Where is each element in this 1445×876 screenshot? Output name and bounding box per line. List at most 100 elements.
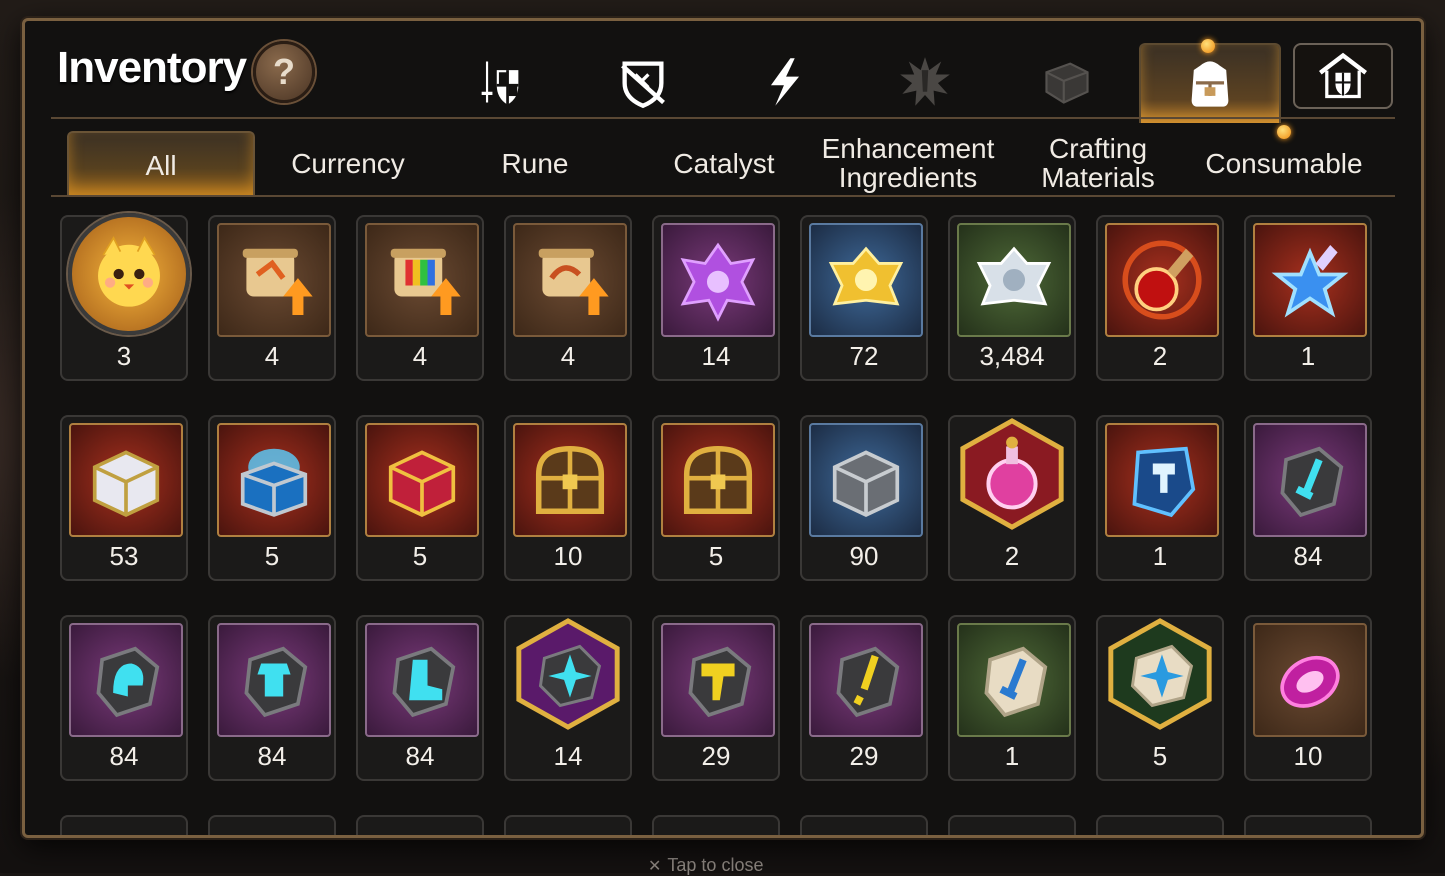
armor-stone-icon: [217, 623, 331, 737]
tab-consumable[interactable]: Consumable: [1195, 131, 1373, 195]
item-slot[interactable]: 1: [1096, 415, 1224, 581]
item-slot[interactable]: 2: [1096, 215, 1224, 381]
gold-chest-icon: [513, 423, 627, 537]
item-slot[interactable]: 29: [800, 615, 928, 781]
tab-equipment[interactable]: [450, 43, 550, 121]
item-quantity: 4: [412, 341, 428, 371]
notification-dot: [1201, 39, 1215, 53]
item-slot[interactable]: 1: [1244, 215, 1372, 381]
item-quantity: 5: [708, 541, 724, 571]
item-slot[interactable]: 1: [948, 615, 1076, 781]
item-slot[interactable]: 84: [1244, 415, 1372, 581]
splat-icon: [900, 57, 950, 106]
item-slot[interactable]: 3,484: [948, 215, 1076, 381]
item-slot[interactable]: 14: [504, 615, 632, 781]
close-x-icon: ✕: [648, 858, 662, 875]
item-slot[interactable]: [60, 815, 188, 835]
inventory-panel: Inventory ? All Currency Rune Catalyst E…: [22, 18, 1424, 838]
item-slot[interactable]: 72: [800, 215, 928, 381]
tab-broken-gear[interactable]: [593, 43, 693, 121]
item-slot[interactable]: 2: [948, 415, 1076, 581]
tab-rune[interactable]: Rune: [445, 131, 625, 195]
item-quantity: 14: [553, 741, 583, 771]
frame-corner: [25, 21, 43, 39]
item-quantity: 1: [1004, 741, 1020, 771]
item-slot[interactable]: 5: [356, 415, 484, 581]
item-slot[interactable]: [208, 815, 336, 835]
scroll-upgrade-icon: [217, 223, 331, 337]
sword-shield-icon: [481, 61, 519, 105]
item-slot[interactable]: [800, 815, 928, 835]
item-quantity: 2: [1004, 541, 1020, 571]
item-slot[interactable]: [652, 815, 780, 835]
item-quantity: 72: [849, 341, 879, 371]
tab-guild[interactable]: [1293, 43, 1393, 109]
tab-catalyst[interactable]: Catalyst: [635, 131, 813, 195]
tab-all[interactable]: All: [67, 131, 255, 197]
item-slot[interactable]: 4: [208, 215, 336, 381]
house-shield-icon: [1319, 52, 1367, 99]
scroll-upgrade-icon: [513, 223, 627, 337]
item-slot[interactable]: 5: [652, 415, 780, 581]
silver-chest-icon: [69, 423, 183, 537]
item-slot[interactable]: 90: [800, 415, 928, 581]
blue-star-potion-icon: [1253, 223, 1367, 337]
frame-corner: [1403, 817, 1421, 835]
tab-inventory[interactable]: [1139, 43, 1281, 123]
frame-corner: [25, 817, 43, 835]
item-quantity: 4: [560, 341, 576, 371]
item-quantity: 29: [849, 741, 879, 771]
gold-crystal-icon: [809, 223, 923, 337]
item-slot[interactable]: [948, 815, 1076, 835]
item-slot[interactable]: 5: [1096, 615, 1224, 781]
item-quantity: 3: [116, 341, 132, 371]
rainbow-scroll-upgrade-icon: [365, 223, 479, 337]
item-slot[interactable]: 4: [356, 215, 484, 381]
item-quantity: 14: [701, 341, 731, 371]
frame-corner: [1403, 21, 1421, 39]
tab-skills[interactable]: [735, 43, 835, 121]
item-slot[interactable]: [1096, 815, 1224, 835]
gray-cube-icon: [809, 423, 923, 537]
item-slot[interactable]: 4: [504, 215, 632, 381]
item-quantity: 1: [1300, 341, 1316, 371]
item-slot[interactable]: 84: [356, 615, 484, 781]
tab-special[interactable]: [875, 43, 975, 121]
item-quantity: 53: [109, 541, 139, 571]
bolt-stone-icon: [809, 623, 923, 737]
item-quantity: 4: [264, 341, 280, 371]
notification-dot: [1277, 125, 1291, 139]
item-quantity: 29: [701, 741, 731, 771]
lightning-icon: [770, 58, 800, 106]
item-quantity: 5: [1152, 741, 1168, 771]
item-quantity: 90: [849, 541, 879, 571]
item-slot[interactable]: [1244, 815, 1372, 835]
item-quantity: 3,484: [979, 341, 1045, 371]
cube-icon: [1045, 62, 1089, 104]
item-quantity: 5: [412, 541, 428, 571]
tab-currency[interactable]: Currency: [260, 131, 436, 195]
item-slot[interactable]: 14: [652, 215, 780, 381]
tab-cube[interactable]: [1017, 43, 1117, 121]
silver-crystal-icon: [957, 223, 1071, 337]
hammer-stone-icon: [661, 623, 775, 737]
item-slot[interactable]: 10: [1244, 615, 1372, 781]
purple-crystal-icon: [661, 223, 775, 337]
item-slot[interactable]: 3: [60, 213, 190, 381]
item-slot[interactable]: 84: [208, 615, 336, 781]
item-slot[interactable]: 10: [504, 415, 632, 581]
item-slot[interactable]: [504, 815, 632, 835]
broken-shield-icon: [621, 61, 665, 109]
mascot-coin-icon: [68, 213, 190, 335]
item-slot[interactable]: 84: [60, 615, 188, 781]
help-button[interactable]: ?: [253, 41, 315, 103]
item-slot[interactable]: 53: [60, 415, 188, 581]
tab-enhancement-ingredients[interactable]: Enhancement Ingredients: [815, 131, 1001, 195]
pink-gem-icon: [1253, 623, 1367, 737]
item-slot[interactable]: 5: [208, 415, 336, 581]
item-slot[interactable]: [356, 815, 484, 835]
item-grid: 3 4 4 4 14 72 3,484 2 1 53 5 5 10 5 90 2…: [60, 213, 1372, 835]
star-stone-icon: [1100, 613, 1220, 735]
item-slot[interactable]: 29: [652, 615, 780, 781]
tab-crafting-materials[interactable]: Crafting Materials: [1015, 131, 1181, 195]
